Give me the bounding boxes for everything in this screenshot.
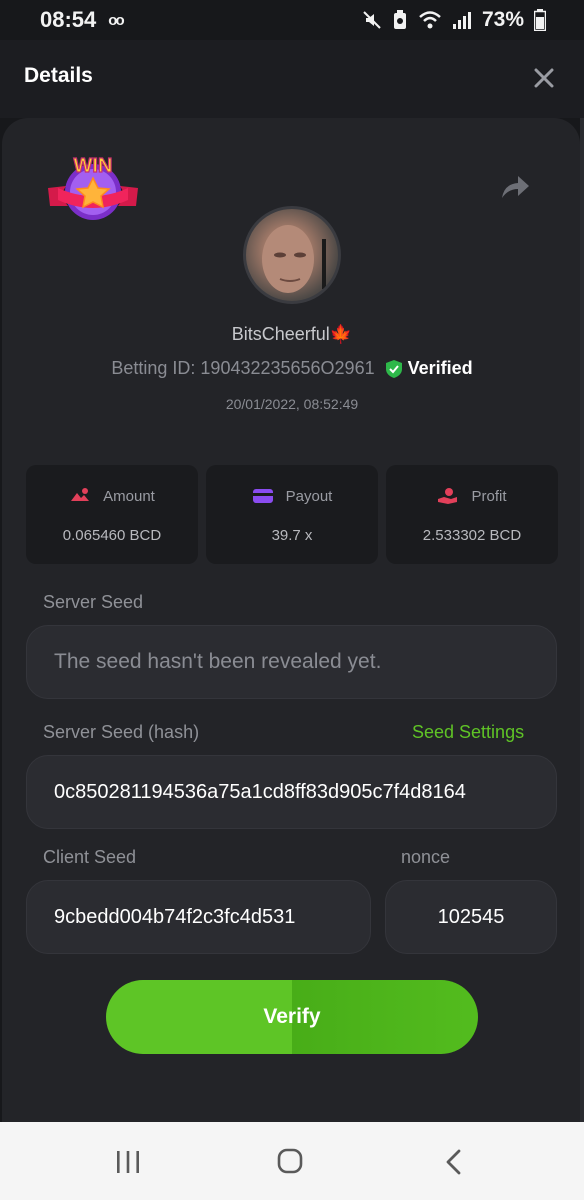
profit-hand-icon: [438, 488, 458, 504]
stat-label: Payout: [285, 487, 333, 505]
betting-id: Betting ID: 190432235656O2961: [111, 358, 375, 378]
status-right: 73%: [362, 8, 546, 32]
wifi-icon: [419, 11, 441, 29]
stat-value: 0.065460 BCD: [62, 527, 162, 544]
status-time: 08:54: [40, 7, 97, 32]
stat-head: Payout: [206, 487, 378, 505]
nonce-field[interactable]: 102545: [385, 880, 557, 954]
page-title: Details: [24, 64, 93, 87]
server-seed-label: Server Seed: [43, 592, 144, 612]
amount-icon: [71, 488, 90, 501]
share-button[interactable]: [498, 170, 532, 204]
back-icon: [446, 1149, 461, 1175]
server-seed-hash-label: Server Seed (hash): [43, 722, 200, 742]
seed-settings-link[interactable]: Seed Settings: [412, 722, 524, 743]
status-bar: 08:54 oo 73%: [0, 0, 584, 40]
client-seed-label: Client Seed: [43, 847, 137, 867]
signal-icon: [452, 12, 471, 29]
stat-profit: Profit 2.533302 BCD: [386, 465, 558, 564]
win-badge-text: WIN: [74, 155, 113, 177]
bet-datetime: 20/01/2022, 08:52:49: [225, 396, 359, 412]
battery-icon: [534, 9, 546, 31]
share-icon: [502, 176, 529, 198]
card-icon: [252, 489, 273, 503]
nonce-label: nonce: [401, 847, 451, 867]
scroll-edge: [580, 118, 584, 1122]
recent-apps-button[interactable]: [112, 1148, 144, 1176]
win-badge-icon: WIN: [48, 154, 138, 220]
avatar: [243, 206, 341, 304]
stat-amount: Amount 0.065460 BCD: [26, 465, 198, 564]
mute-icon: [363, 11, 381, 29]
betting-id-row: Betting ID: 190432235656O2961 Verified: [0, 358, 584, 379]
verified-badge: Verified: [385, 358, 473, 379]
stat-label: Profit: [471, 487, 507, 505]
avatar-photo: [262, 225, 326, 293]
data-saver-icon: [393, 10, 406, 29]
server-seed-field[interactable]: The seed hasn't been revealed yet.: [26, 625, 557, 699]
server-seed-hash-field[interactable]: 0c850281194536a75a1cd8ff83d905c7f4d8164: [26, 755, 557, 829]
client-seed-field[interactable]: 9cbedd004b74f2c3fc4d531: [26, 880, 371, 954]
stat-head: Amount: [26, 487, 198, 505]
details-header: Details: [0, 40, 584, 118]
home-button[interactable]: [274, 1148, 306, 1176]
system-nav-bar: [0, 1122, 584, 1200]
back-button[interactable]: [438, 1148, 470, 1176]
stat-head: Profit: [386, 487, 558, 505]
recent-apps-icon: [117, 1151, 139, 1173]
close-button[interactable]: [528, 62, 560, 94]
home-icon: [277, 1148, 303, 1174]
stat-value: 39.7 x: [271, 527, 313, 544]
close-icon: [534, 68, 554, 88]
status-left: 08:54 oo: [40, 7, 125, 33]
verified-label: Verified: [407, 358, 473, 378]
username: BitsCheerful🍁: [231, 324, 353, 344]
battery-percent: 73%: [481, 8, 524, 31]
verified-shield-icon: [385, 359, 402, 378]
stat-label: Amount: [103, 487, 155, 505]
stat-value: 2.533302 BCD: [422, 527, 522, 544]
verify-button[interactable]: Verify: [106, 980, 478, 1054]
stat-payout: Payout 39.7 x: [206, 465, 378, 564]
voicemail-icon: oo: [108, 11, 124, 29]
